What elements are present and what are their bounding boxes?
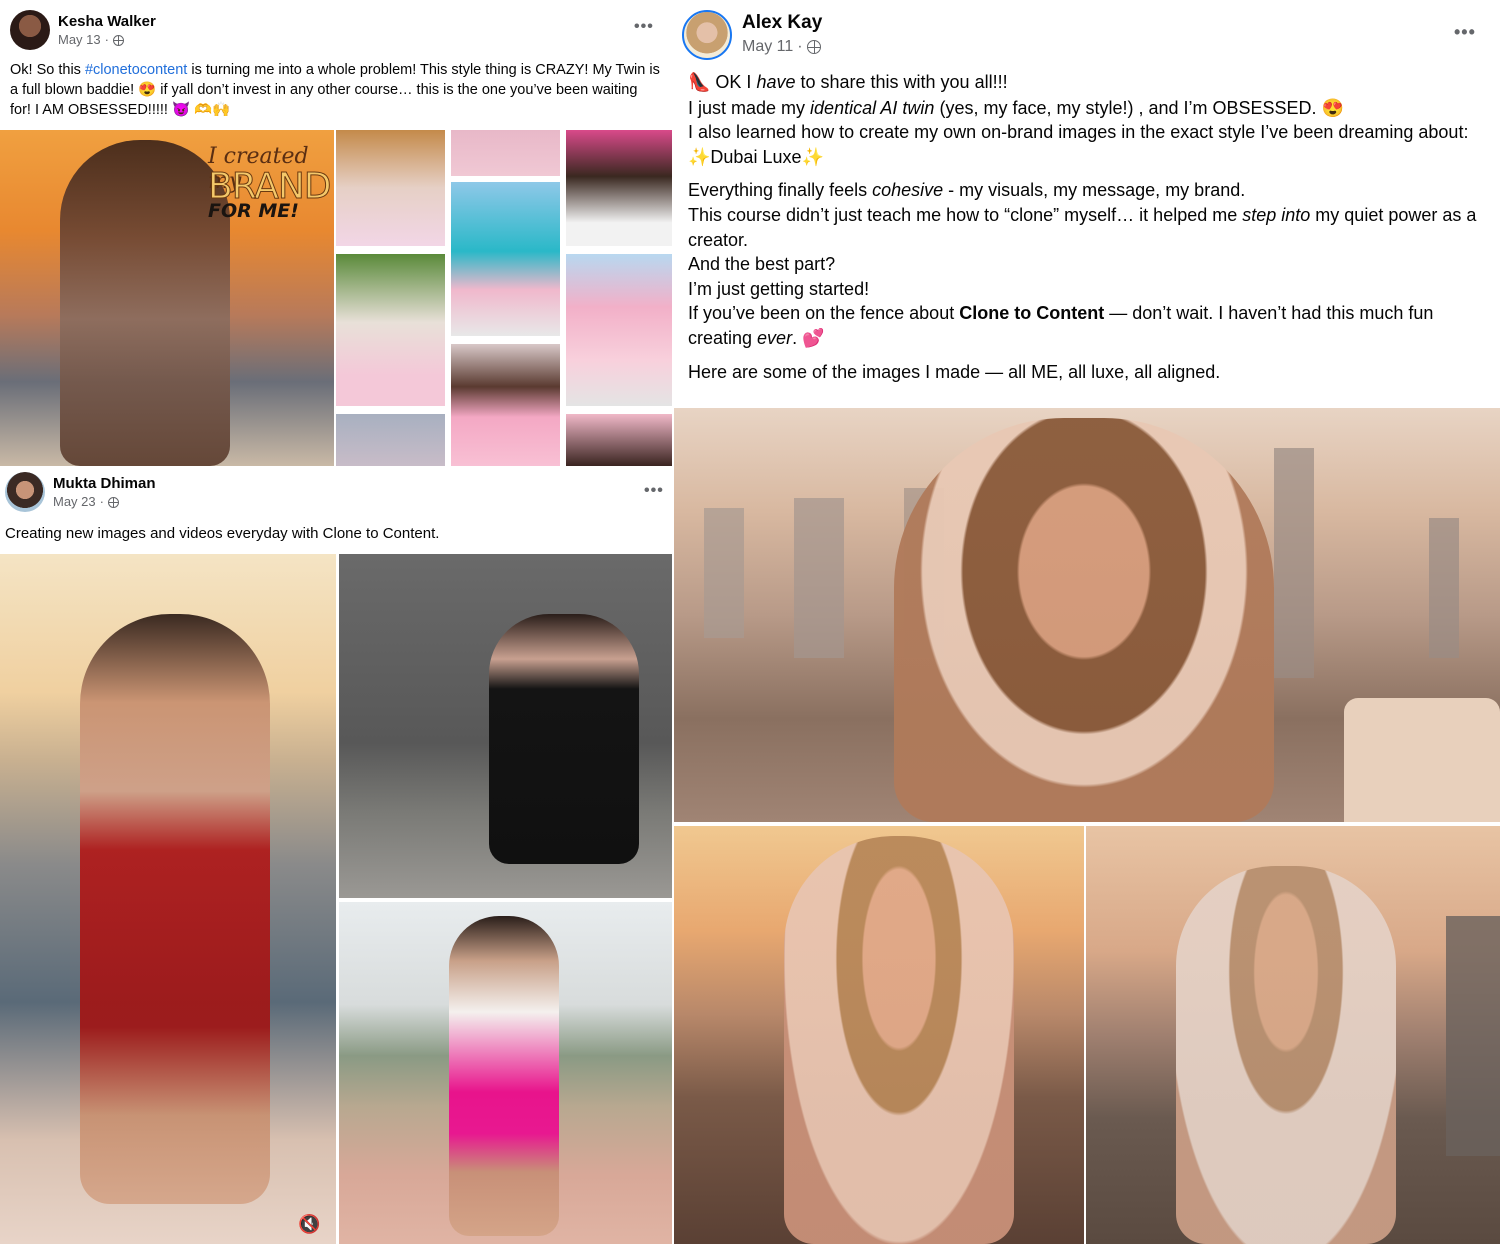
terrace-wall	[1344, 698, 1500, 822]
post-text-part: (yes, my face, my style!) , and I’m OBSE…	[934, 97, 1344, 118]
photo-thumb[interactable]	[339, 902, 672, 1244]
post-text-part: I just made my	[688, 97, 811, 118]
post-text-part: cohesive	[872, 180, 944, 201]
post-text: Creating new images and videos everyday …	[5, 525, 440, 542]
post-header: Mukta Dhiman May 23 ·	[5, 472, 156, 512]
avatar[interactable]	[682, 10, 732, 60]
hashtag-link[interactable]: #clonetocontent	[85, 62, 187, 78]
overlay-text-line: FOR ME!	[208, 200, 299, 222]
photo-large[interactable]	[674, 408, 1500, 822]
building-shape	[1429, 518, 1459, 658]
more-options-icon[interactable]: •••	[634, 18, 654, 36]
post-kesha-walker: Kesha Walker May 13 · ••• Ok! So this #c…	[0, 0, 672, 466]
photo-thumb[interactable]	[336, 130, 445, 246]
post-paragraph: And the best part?	[688, 254, 836, 275]
post-text-part: Everything finally feels	[688, 180, 873, 201]
person-silhouette	[80, 614, 270, 1204]
post-text-part: 👠	[688, 72, 711, 93]
post-meta: May 11 ·	[742, 35, 822, 59]
post-paragraph: I just made my identical AI twin (yes, m…	[688, 96, 1488, 121]
post-date[interactable]: May 23	[53, 494, 96, 510]
person-silhouette	[449, 916, 559, 1236]
person-silhouette	[489, 614, 639, 864]
post-text: 👠 OK I have to share this with you all!!…	[688, 70, 1488, 384]
post-paragraph: I also learned how to create my own on-b…	[688, 122, 1469, 167]
person-silhouette	[784, 836, 1014, 1244]
photo-thumb[interactable]	[1086, 826, 1500, 1244]
post-paragraph: Everything finally feels cohesive - my v…	[688, 178, 1488, 203]
post-text-part: OK I	[710, 72, 757, 92]
photo-thumb[interactable]	[451, 182, 560, 336]
post-text-part: to share this with you all!!!	[795, 72, 1008, 92]
photo-thumb[interactable]	[566, 254, 672, 406]
more-options-icon[interactable]: •••	[1454, 22, 1476, 43]
post-text-part: Clone to Content	[959, 303, 1105, 324]
volume-muted-icon[interactable]: 🔇	[298, 1214, 320, 1235]
post-paragraph: 👠 OK I have to share this with you all!!…	[688, 70, 1488, 96]
post-text-part: identical AI twin	[810, 97, 935, 118]
post-header: Alex Kay May 11 ·	[682, 10, 822, 60]
post-paragraph: This course didn’t just teach me how to …	[688, 203, 1488, 252]
post-date[interactable]: May 11	[742, 35, 793, 59]
post-paragraph: I’m just getting started!	[688, 278, 870, 299]
author-name[interactable]: Mukta Dhiman	[53, 474, 156, 494]
photo-main[interactable]: I created my BRAND FOR ME!	[0, 130, 334, 466]
post-meta: May 23 ·	[53, 494, 156, 510]
post-text: Ok! So this #clonetocontent is turning m…	[10, 60, 662, 120]
photo-thumb[interactable]	[566, 130, 672, 246]
building-shape	[794, 498, 844, 658]
photo-thumb[interactable]	[674, 826, 1084, 1244]
post-text-part: This course didn’t just teach me how to …	[688, 204, 1243, 225]
post-alex-kay: Alex Kay May 11 · ••• 👠 OK I have to sha…	[674, 0, 1500, 1244]
video-thumbnail[interactable]: 🔇	[0, 554, 336, 1244]
post-text-part: If you’ve been on the fence about	[688, 303, 960, 324]
post-text-part: step into	[1242, 204, 1311, 225]
post-mukta-dhiman: Mukta Dhiman May 23 · ••• Creating new i…	[0, 466, 672, 1244]
post-text-part: ever	[757, 327, 793, 348]
person-silhouette	[894, 418, 1274, 822]
globe-icon	[806, 40, 821, 54]
post-paragraph: Here are some of the images I made — all…	[688, 361, 1221, 382]
post-date[interactable]: May 13	[58, 32, 101, 48]
photo-thumb[interactable]	[566, 414, 672, 466]
building-shape	[1274, 448, 1314, 678]
more-options-icon[interactable]: •••	[644, 482, 664, 500]
photo-thumb[interactable]	[339, 554, 672, 898]
post-text-part: - my visuals, my message, my brand.	[943, 180, 1246, 201]
globe-icon	[107, 496, 119, 508]
post-header: Kesha Walker May 13 ·	[10, 10, 156, 50]
photo-thumb[interactable]	[451, 344, 560, 466]
post-text-part: . 💕	[792, 327, 825, 348]
person-silhouette	[60, 140, 230, 466]
person-silhouette	[1176, 866, 1396, 1244]
post-paragraph: If you’ve been on the fence about Clone …	[688, 301, 1488, 350]
building-shape	[1446, 916, 1500, 1156]
post-meta: May 13 ·	[58, 32, 156, 48]
post-text-part: Ok! So this	[10, 62, 85, 78]
post-text-part: have	[756, 72, 796, 92]
globe-icon	[112, 34, 124, 46]
photo-thumb[interactable]	[336, 254, 445, 406]
avatar[interactable]	[10, 10, 50, 50]
photo-thumb[interactable]	[451, 130, 560, 176]
author-name[interactable]: Alex Kay	[742, 11, 822, 35]
building-shape	[704, 508, 744, 638]
avatar[interactable]	[5, 472, 45, 512]
author-name[interactable]: Kesha Walker	[58, 12, 156, 32]
photo-thumb[interactable]	[336, 414, 445, 466]
